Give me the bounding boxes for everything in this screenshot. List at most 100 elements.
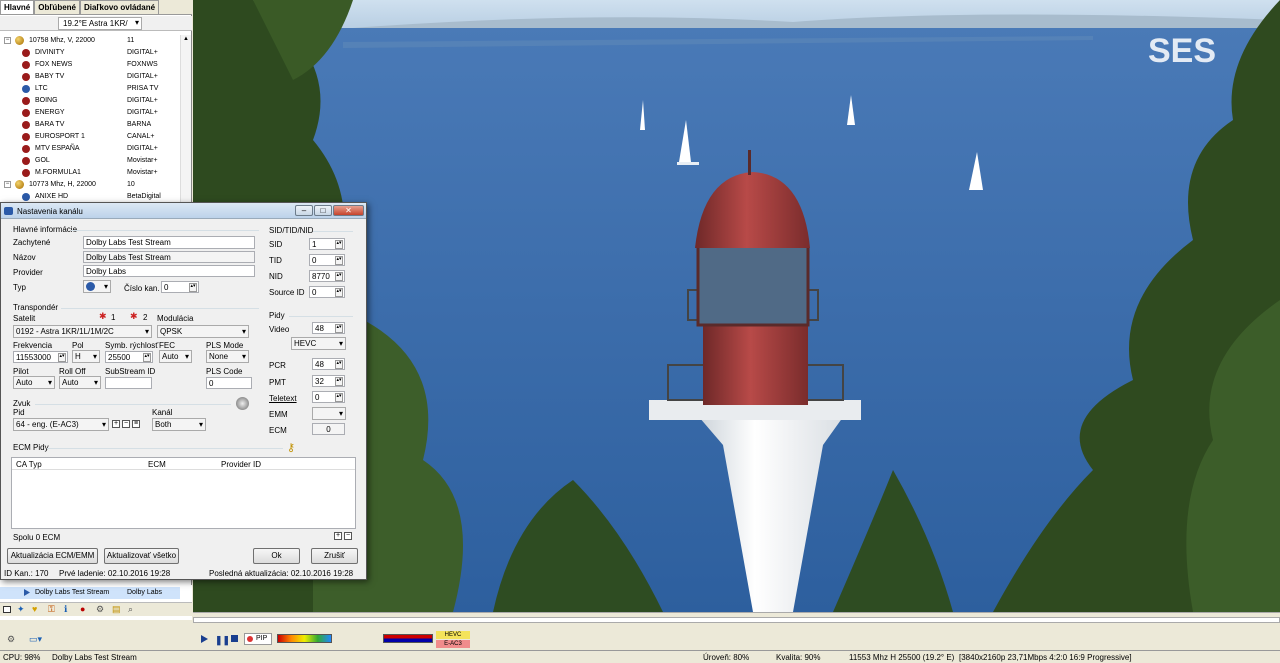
provider-field[interactable]: Dolby Labs — [83, 265, 255, 277]
remove-icon[interactable]: − — [344, 532, 352, 540]
add-icon[interactable]: + — [112, 420, 120, 428]
channel-row[interactable]: ENERGY DIGITAL+ — [0, 107, 180, 119]
settings-icon[interactable]: ⚙ — [96, 604, 104, 615]
star-icon[interactable]: ✦ — [17, 604, 25, 615]
selected-channel-row[interactable]: Dolby Labs Test Stream Dolby Labs — [0, 587, 180, 599]
play-button[interactable] — [201, 635, 208, 643]
close-button[interactable]: ✕ — [333, 205, 364, 216]
spinner[interactable]: ▴▾ — [335, 324, 343, 333]
spinner[interactable]: ▴▾ — [335, 272, 343, 281]
polarity-select[interactable]: H — [72, 350, 100, 363]
audio-channel-select[interactable]: Both — [152, 418, 206, 431]
collapse-icon[interactable]: − — [4, 37, 11, 44]
teletext-field[interactable]: 0 ▴▾ — [312, 391, 345, 403]
pmt-field[interactable]: 32 ▴▾ — [312, 375, 345, 387]
pls-code-field[interactable]: 0 — [206, 377, 252, 389]
transponder-row[interactable]: − 10758 Mhz, V, 22000 11 — [0, 35, 180, 47]
lock-icon[interactable]: ⚿ — [48, 604, 55, 615]
spinner[interactable]: ▴▾ — [335, 240, 343, 249]
info-icon[interactable]: ℹ — [64, 604, 67, 615]
spinner[interactable]: ▴▾ — [335, 393, 343, 402]
speaker-icon[interactable] — [236, 397, 249, 410]
channel-row[interactable]: LTC PRISA TV — [0, 83, 180, 95]
source-id-field[interactable]: 0 ▴▾ — [309, 286, 345, 298]
sid-field[interactable]: 1 ▴▾ — [309, 238, 345, 250]
spinner[interactable]: ▴▾ — [335, 377, 343, 386]
channel-row[interactable]: BABY TV DIGITAL+ — [0, 71, 180, 83]
transponder-row[interactable]: − 10773 Mhz, H, 22000 10 — [0, 179, 180, 191]
channel-list[interactable]: − 10758 Mhz, V, 22000 11 DIVINITY DIGITAL+ FO… — [0, 35, 180, 205]
video-pid-field[interactable]: 48 ▴▾ — [312, 322, 345, 334]
tab-favorites[interactable]: Obľúbené — [34, 0, 80, 14]
channel-row[interactable]: EUROSPORT 1 CANAL+ — [0, 131, 180, 143]
dialog-titlebar[interactable]: Nastavenia kanálu – □ ✕ — [1, 203, 366, 219]
maximize-button[interactable]: □ — [314, 205, 332, 216]
channel-number-field[interactable]: 0 ▴▾ — [161, 281, 199, 293]
fec-select[interactable]: Auto — [159, 350, 192, 363]
satellite-select[interactable]: 19.2°E Astra 1KR/ ▾ — [58, 17, 142, 30]
spinner[interactable]: ▴▾ — [335, 360, 343, 369]
frequency-field[interactable]: 11553000 ▴▾ — [13, 351, 68, 363]
spinner[interactable]: ▴▾ — [143, 353, 151, 362]
collapse-icon[interactable]: − — [4, 181, 11, 188]
satellite-select[interactable]: 0192 - Astra 1KR/1L/1M/2C — [13, 325, 152, 338]
audio-pid-select[interactable]: 64 - eng. (E-AC3) — [13, 418, 109, 431]
pls-mode-select[interactable]: None — [206, 350, 249, 363]
record-icon[interactable]: ● — [80, 604, 85, 614]
satellite-select-value: 19.2°E Astra 1KR/ — [63, 19, 128, 28]
tab-remote[interactable]: Diaľkovo ovládané — [79, 0, 160, 14]
pcr-field[interactable]: 48 ▴▾ — [312, 358, 345, 370]
key-icon[interactable]: ⚷ — [287, 441, 295, 454]
col-ca-type[interactable]: CA Typ — [16, 460, 42, 469]
channel-row[interactable]: MTV ESPAÑA DIGITAL+ — [0, 143, 180, 155]
search-icon[interactable]: ⌕ — [128, 604, 133, 615]
channel-row[interactable]: GOL Movistar+ — [0, 155, 180, 167]
update-ecm-button[interactable]: Aktualizácia ECM/EMM — [7, 548, 98, 564]
channel-row[interactable]: FOX NEWS FOXNWS — [0, 59, 180, 71]
spinner[interactable]: ▴▾ — [58, 353, 66, 362]
cancel-button[interactable]: Zrušiť — [311, 548, 358, 564]
remove-icon[interactable]: − — [122, 420, 130, 428]
pilot-select[interactable]: Auto — [13, 376, 55, 389]
tid-field[interactable]: 0 ▴▾ — [309, 254, 345, 266]
folder-icon[interactable]: ▤ — [112, 604, 121, 615]
channel-row[interactable]: BARA TV BARNA — [0, 119, 180, 131]
channel-list-scrollbar[interactable]: ▲ — [180, 35, 191, 205]
substream-field[interactable] — [105, 377, 152, 389]
pause-button[interactable]: ❚❚ — [215, 635, 230, 646]
lnb2-icon[interactable]: ✱ — [130, 311, 138, 322]
col-provider-id[interactable]: Provider ID — [221, 460, 261, 469]
emm-select[interactable] — [312, 407, 346, 420]
modulation-select[interactable]: QPSK — [157, 325, 249, 338]
spinner[interactable]: ▴▾ — [189, 283, 197, 292]
spinner[interactable]: ▴▾ — [335, 288, 343, 297]
spinner[interactable]: ▴▾ — [335, 256, 343, 265]
progress-slider[interactable] — [193, 617, 1280, 623]
scroll-up-icon[interactable]: ▲ — [183, 36, 189, 42]
screen-icon[interactable]: ▭▾ — [29, 634, 42, 645]
nid-field[interactable]: 8770 ▴▾ — [309, 270, 345, 282]
rolloff-select[interactable]: Auto — [59, 376, 101, 389]
minimize-button[interactable]: – — [295, 205, 313, 216]
channel-row[interactable]: DIVINITY DIGITAL+ — [0, 47, 180, 59]
update-all-button[interactable]: Aktualizovať všetko — [104, 548, 179, 564]
favorite-icon[interactable]: ♥ — [32, 604, 37, 614]
ok-button[interactable]: Ok — [253, 548, 300, 564]
video-codec-select[interactable]: HEVC — [291, 337, 346, 350]
tab-main[interactable]: Hlavné — [0, 0, 35, 14]
edit-icon[interactable]: ≡ — [132, 420, 140, 428]
channel-row[interactable]: BOING DIGITAL+ — [0, 95, 180, 107]
channel-row[interactable]: M.FORMULA1 Movistar+ — [0, 167, 180, 179]
settings-icon[interactable]: ⚙ — [7, 634, 15, 645]
minus-icon[interactable] — [3, 606, 11, 613]
lnb1-icon[interactable]: ✱ — [99, 311, 107, 322]
col-ecm[interactable]: ECM — [148, 460, 166, 469]
captured-field[interactable]: Dolby Labs Test Stream — [83, 236, 255, 249]
pip-button[interactable]: PIP — [244, 633, 272, 645]
add-icon[interactable]: + — [334, 532, 342, 540]
type-select[interactable] — [83, 280, 111, 293]
ecm-table[interactable]: CA Typ ECM Provider ID — [11, 457, 356, 529]
name-field[interactable]: Dolby Labs Test Stream — [83, 251, 255, 263]
stop-button[interactable] — [231, 635, 238, 642]
symbol-rate-field[interactable]: 25500 ▴▾ — [105, 351, 153, 363]
